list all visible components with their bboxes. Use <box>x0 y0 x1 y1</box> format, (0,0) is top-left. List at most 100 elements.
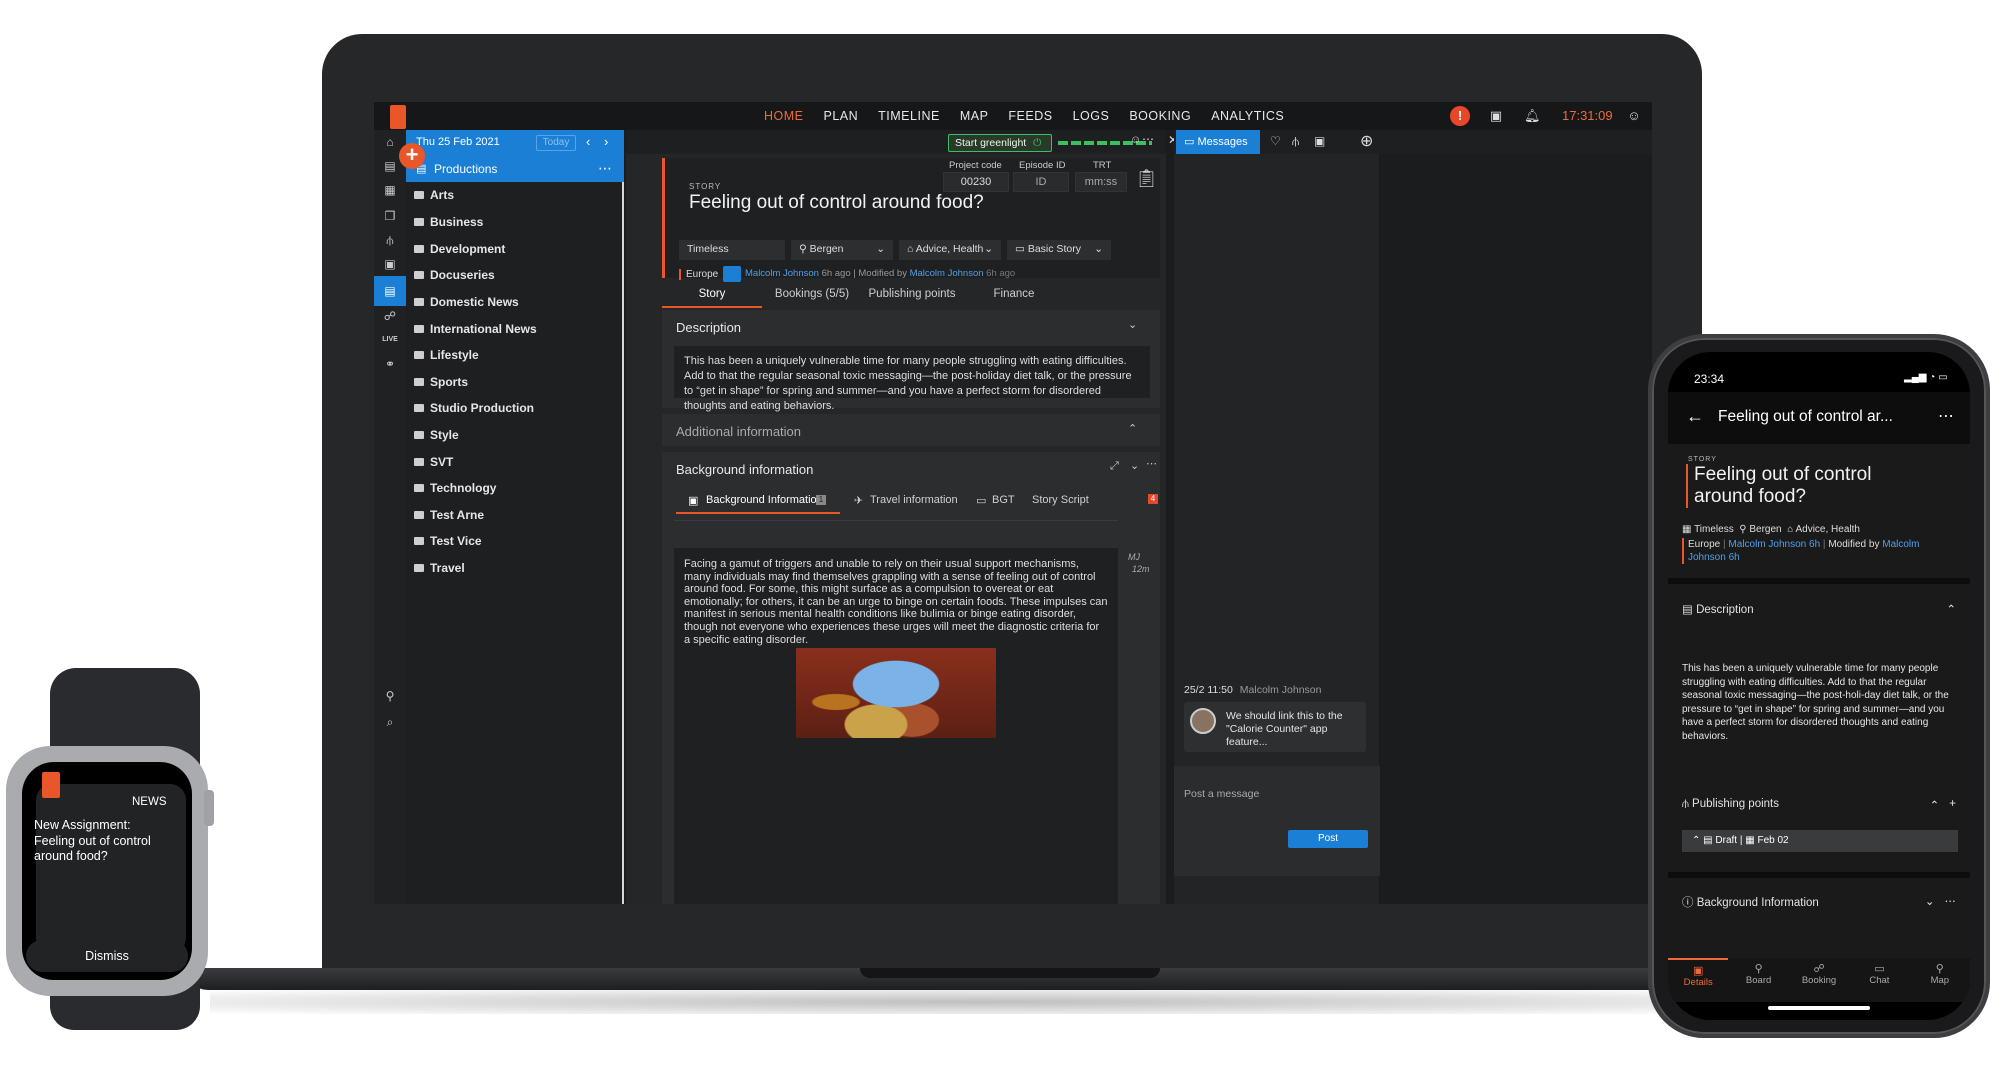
description-text[interactable]: This has been a uniquely vulnerable time… <box>674 346 1150 412</box>
tab-publishing-points[interactable]: Publishing points <box>862 280 962 308</box>
tab-booking[interactable]: ☍ Booking <box>1789 958 1849 1002</box>
add-circle-icon[interactable]: ⊕ <box>1360 131 1373 151</box>
subtab-story-script[interactable]: Story Script <box>1032 494 1089 506</box>
message-bubble[interactable]: We should link this to the "Calorie Coun… <box>1184 702 1366 752</box>
author-link[interactable]: Malcolm Johnson <box>745 268 819 279</box>
user-settings-icon[interactable]: ☺ <box>1626 108 1642 124</box>
folder-item[interactable]: Business <box>414 215 620 241</box>
location-select[interactable]: ⚲ Bergen ⌄ <box>791 240 893 260</box>
folder-item[interactable]: Domestic News <box>414 295 620 321</box>
folder-item[interactable]: Technology <box>414 481 620 507</box>
note-icon[interactable]: ▣ <box>380 254 400 274</box>
post-input[interactable]: Post a message <box>1184 788 1259 800</box>
folder-item[interactable]: SVT <box>414 455 620 481</box>
tab-details[interactable]: ▣ Details <box>1668 958 1729 1002</box>
productions-icon[interactable]: ▤ <box>374 276 406 306</box>
bell-icon[interactable]: 🔔︎ <box>1524 108 1541 124</box>
chevron-down-icon[interactable]: ⌄ <box>1925 894 1935 908</box>
additional-info-section[interactable]: Additional information ⌃ <box>662 414 1160 446</box>
search-icon[interactable]: ⌕ <box>380 712 400 732</box>
folder-item[interactable]: Arts <box>414 188 620 214</box>
nav-plan[interactable]: PLAN <box>814 102 869 130</box>
tasks-icon[interactable]: ♡ <box>1270 134 1281 148</box>
notification-panel[interactable] <box>36 784 186 954</box>
current-date[interactable]: Thu 25 Feb 2021 <box>416 136 500 148</box>
story-title[interactable]: Feeling out of control around food? <box>1686 464 1906 508</box>
clipboard-icon[interactable]: 📋︎ <box>1135 168 1158 189</box>
story-title[interactable]: Feeling out of control around food? <box>689 192 984 214</box>
chevron-down-icon[interactable]: ⌄ <box>1130 459 1139 472</box>
story-type-select[interactable]: ▭ Basic Story ⌄ <box>1007 240 1111 260</box>
project-code-field[interactable]: 00230 <box>943 172 1009 192</box>
modified-by-link[interactable]: Malcolm Johnson <box>910 268 984 279</box>
more-icon[interactable]: ⋯ <box>598 160 612 177</box>
tab-story[interactable]: Story <box>662 280 762 308</box>
doc-icon[interactable]: ▤ <box>380 156 400 176</box>
messages-tab[interactable]: ▭ Messages <box>1176 130 1260 154</box>
folder-item[interactable]: Studio Production <box>414 401 620 427</box>
camera-icon[interactable]: ▣ <box>1314 134 1325 148</box>
back-arrow-icon[interactable]: ← <box>1686 406 1704 427</box>
productions-row[interactable]: ▤ Productions ⋯ <box>406 156 624 182</box>
publishing-points-header[interactable]: ⫛ Publishing points + ⌃ <box>1682 798 1956 812</box>
hierarchy-icon[interactable]: ⫛ <box>1292 134 1299 149</box>
chevron-left-icon[interactable]: ‹ <box>586 134 590 149</box>
nav-timeline[interactable]: TIMELINE <box>868 102 950 130</box>
tab-board[interactable]: ⚲ Board <box>1728 958 1788 1002</box>
draft-row[interactable]: ⌃ ▤ Draft | ▦ Feb 02 <box>1682 830 1958 852</box>
subtab-bgt[interactable]: ▭ BGT <box>976 486 1026 514</box>
nav-logs[interactable]: LOGS <box>1063 102 1120 130</box>
link-icon[interactable]: ⚭ <box>380 354 400 374</box>
calendar-icon[interactable]: ▦ <box>380 180 400 200</box>
chevron-up-icon[interactable]: ⌃ <box>1930 798 1940 812</box>
post-button[interactable]: Post <box>1288 830 1368 848</box>
tab-finance[interactable]: Finance <box>962 280 1066 308</box>
category-select[interactable]: Timeless <box>679 240 785 260</box>
add-button[interactable]: + <box>399 143 425 169</box>
folder-item[interactable]: Sports <box>414 375 620 401</box>
pin-icon[interactable]: ⚲ <box>380 686 400 706</box>
more-icon[interactable]: ⋯ <box>1945 894 1957 908</box>
more-icon[interactable]: ⋯ <box>1938 406 1954 426</box>
nav-feeds[interactable]: FEEDS <box>998 102 1062 130</box>
folder-item[interactable]: International News <box>414 322 620 348</box>
more-icon[interactable]: ⋯ <box>1142 132 1154 146</box>
contacts-icon[interactable]: ☍ <box>380 306 400 326</box>
today-button[interactable]: Today <box>536 135 576 151</box>
home-icon[interactable]: ⌂ <box>380 132 400 152</box>
image-icon[interactable]: ▣ <box>1488 108 1504 124</box>
more-icon[interactable]: ⋯ <box>1146 457 1157 470</box>
nav-home[interactable]: HOME <box>754 102 814 130</box>
expand-icon[interactable]: ⤢ <box>1110 460 1119 473</box>
folder-item[interactable]: Docuseries <box>414 268 620 294</box>
folder-item[interactable]: Test Arne <box>414 508 620 534</box>
chevron-down-icon[interactable]: ⌄ <box>1128 318 1137 331</box>
start-greenlight-button[interactable]: Start greenlight ⏻ <box>948 134 1052 152</box>
story-image[interactable] <box>796 648 996 738</box>
tab-map[interactable]: ⚲ Map <box>1910 958 1970 1002</box>
folder-item[interactable]: Style <box>414 428 620 454</box>
nav-booking[interactable]: BOOKING <box>1119 102 1201 130</box>
description-header[interactable]: ▤ Description ⌃ <box>1682 602 1956 616</box>
hierarchy-icon[interactable]: ⫛ <box>380 230 400 250</box>
topic-select[interactable]: ⌂ Advice, Health ⌄ <box>899 240 1001 260</box>
description-title[interactable]: Description <box>676 320 741 335</box>
episode-id-field[interactable]: ID <box>1013 172 1069 192</box>
chevron-up-icon[interactable]: ⌃ <box>1128 422 1137 435</box>
folder-item[interactable]: Development <box>414 242 620 268</box>
alert-icon[interactable]: ! <box>1450 106 1470 126</box>
dismiss-button[interactable]: Dismiss <box>26 940 188 972</box>
tab-bookings[interactable]: Bookings (5/5) <box>762 280 862 308</box>
subtab-background[interactable]: ▣ Background Information 1 <box>676 486 840 514</box>
background-textbox[interactable]: Facing a gamut of triggers and unable to… <box>674 548 1118 904</box>
background-header[interactable]: ⓘ Background Information ⋯ ⌄ <box>1682 894 1956 910</box>
nav-map[interactable]: MAP <box>950 102 999 130</box>
folder-item[interactable]: Travel <box>414 561 620 587</box>
live-icon[interactable]: LIVE <box>380 330 400 350</box>
user-icon[interactable]: ☺ <box>1130 134 1141 146</box>
nav-analytics[interactable]: ANALYTICS <box>1201 102 1294 130</box>
folder-item[interactable]: Lifestyle <box>414 348 620 374</box>
folder-item[interactable]: Test Vice <box>414 534 620 560</box>
copy-icon[interactable]: ❐ <box>380 206 400 226</box>
app-logo[interactable] <box>390 105 406 129</box>
